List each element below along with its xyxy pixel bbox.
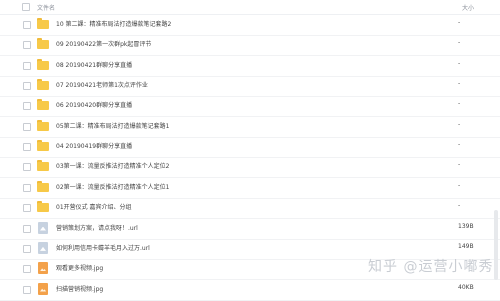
file-row[interactable]: 05第二课：精准布局法打造爆款笔记套路1 - xyxy=(0,116,500,138)
file-size: - xyxy=(458,39,461,47)
file-size: - xyxy=(458,100,461,108)
file-name[interactable]: 05第二课：精准布局法打造爆款笔记套路1 xyxy=(56,121,169,130)
folder-icon xyxy=(37,119,49,131)
watermark: 知乎 @运营小嘟秀 xyxy=(368,259,494,275)
row-checkbox[interactable] xyxy=(23,285,31,294)
file-row[interactable]: 07 20190421老师第1次点评作业 - xyxy=(0,75,500,98)
file-size: - xyxy=(458,80,461,88)
folder-icon xyxy=(37,140,49,152)
row-checkbox[interactable] xyxy=(23,244,31,253)
folder-icon xyxy=(37,99,49,111)
row-checkbox[interactable] xyxy=(23,204,31,213)
row-checkbox[interactable] xyxy=(23,102,31,111)
file-row[interactable]: 09 20190422第一次群pk起冒评节 - xyxy=(0,34,500,57)
row-checkbox[interactable] xyxy=(23,61,31,70)
file-name[interactable]: 观看更多视频.jpg xyxy=(56,263,103,272)
file-name[interactable]: 07 20190421老师第1次点评作业 xyxy=(56,80,148,89)
file-name[interactable]: 03第一课：流量反推法打造精准个人定位2 xyxy=(56,161,169,170)
file-row[interactable]: 06 20190420群聊分享直播 - xyxy=(0,95,500,118)
file-row[interactable]: 02第一课：流量反推法打造精准个人定位1 - xyxy=(0,177,500,199)
file-size: - xyxy=(458,161,461,169)
row-checkbox[interactable] xyxy=(23,183,31,192)
file-size: - xyxy=(458,181,461,189)
scrollbar[interactable] xyxy=(494,210,498,280)
file-size: - xyxy=(458,19,461,26)
file-size: 40KB xyxy=(458,283,474,291)
row-checkbox[interactable] xyxy=(23,82,31,91)
file-size: 149B xyxy=(458,242,474,250)
row-checkbox[interactable] xyxy=(23,224,31,233)
file-name[interactable]: 08 20190421群聊分享直播 xyxy=(56,60,132,69)
file-name[interactable]: 02第一课：流量反推法打造精准个人定位1 xyxy=(56,182,169,191)
file-row[interactable]: 扫描营销视频.jpg 40KB xyxy=(0,279,500,301)
file-size: - xyxy=(458,59,461,67)
folder-icon xyxy=(37,38,49,50)
file-row[interactable]: 04 20190419群聊分享直播 - xyxy=(0,136,500,159)
file-row[interactable]: 01开营仪式 嘉宾介绍、分组 - xyxy=(0,197,500,220)
file-name[interactable]: 如何利用信用卡薅羊毛月入过万.url xyxy=(56,243,150,252)
image-file-icon xyxy=(37,282,49,295)
file-size: - xyxy=(458,141,461,149)
row-checkbox[interactable] xyxy=(23,265,31,274)
file-name[interactable]: 04 20190419群聊分享直播 xyxy=(56,141,132,150)
file-name[interactable]: 扫描营销视频.jpg xyxy=(56,284,103,293)
file-name[interactable]: 09 20190422第一次群pk起冒评节 xyxy=(56,39,151,48)
file-size: 139B xyxy=(458,222,474,230)
row-checkbox[interactable] xyxy=(23,122,31,131)
file-list-header: 文件名 大小 xyxy=(0,0,500,15)
row-checkbox[interactable] xyxy=(23,21,31,29)
link-file-icon xyxy=(37,221,49,234)
file-name[interactable]: 10 第二課：精准布局法打造爆款笔记套路2 xyxy=(56,19,171,28)
select-all-checkbox[interactable] xyxy=(22,3,30,11)
folder-icon xyxy=(37,160,49,172)
file-row[interactable]: 08 20190421群聊分享直播 - xyxy=(0,55,500,77)
row-checkbox[interactable] xyxy=(23,163,31,172)
size-column-header[interactable]: 大小 xyxy=(462,3,474,12)
folder-icon xyxy=(37,58,49,70)
file-name[interactable]: 01开营仪式 嘉宾介绍、分组 xyxy=(56,202,132,211)
folder-icon xyxy=(37,180,49,192)
file-name[interactable]: 营销策划方案，请点我呀！.url xyxy=(56,223,138,232)
file-size: - xyxy=(458,202,461,210)
image-file-icon xyxy=(37,262,49,275)
file-row[interactable]: 03第一课：流量反推法打造精准个人定位2 - xyxy=(0,156,500,179)
file-row[interactable]: 10 第二課：精准布局法打造爆款笔记套路2 - xyxy=(0,14,500,36)
folder-icon xyxy=(37,18,49,29)
name-column-header[interactable]: 文件名 xyxy=(37,3,55,12)
row-checkbox[interactable] xyxy=(23,41,31,50)
file-name[interactable]: 06 20190420群聊分享直播 xyxy=(56,100,132,109)
link-file-icon xyxy=(37,241,49,254)
folder-icon xyxy=(37,79,49,91)
row-checkbox[interactable] xyxy=(23,143,31,152)
folder-icon xyxy=(37,201,49,213)
file-size: - xyxy=(458,120,461,128)
file-row[interactable]: 营销策划方案，请点我呀！.url 139B xyxy=(0,218,500,240)
